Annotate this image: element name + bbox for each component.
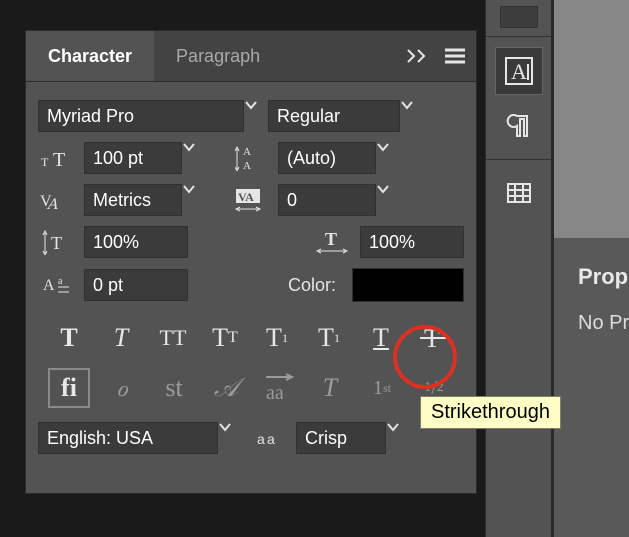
panel-tabs: Character Paragraph [26, 31, 476, 82]
swash-button[interactable]: 𝒜 [206, 368, 246, 408]
subscript-button[interactable]: T1 [309, 318, 349, 358]
expand-icon[interactable] [406, 48, 430, 64]
properties-panel: Properties No Properties [551, 0, 629, 537]
faux-bold-button[interactable]: T [49, 318, 89, 358]
paragraph-panel-icon[interactable] [496, 103, 542, 149]
svg-text:A: A [43, 277, 55, 294]
svg-text:aa: aa [266, 382, 284, 403]
leading-field[interactable]: (Auto) [278, 142, 376, 174]
kerning-dropdown[interactable] [182, 184, 196, 216]
ligatures-button[interactable]: fi [48, 368, 90, 408]
svg-text:VA: VA [238, 190, 254, 204]
contextual-alt-button[interactable]: ℴ [102, 368, 142, 408]
font-size-icon: TT [38, 146, 74, 170]
glyphs-panel-icon[interactable] [496, 170, 542, 216]
character-panel: Character Paragraph Myriad Pro Regular [25, 30, 477, 494]
panel-menu-icon[interactable] [444, 47, 466, 65]
language-field[interactable]: English: USA [38, 422, 218, 454]
font-size-field[interactable]: 100 pt [84, 142, 182, 174]
dock-panel: A [485, 0, 553, 537]
antialias-field[interactable]: Crisp [296, 422, 386, 454]
font-style-dropdown[interactable] [400, 100, 414, 132]
leading-dropdown[interactable] [376, 142, 390, 174]
svg-text:a: a [267, 431, 275, 447]
svg-text:T: T [51, 233, 62, 253]
faux-italic-button[interactable]: T [101, 318, 141, 358]
antialias-icon: aa [250, 426, 286, 450]
baseline-shift-field[interactable]: 0 pt [84, 269, 188, 301]
opentype-row: fi ℴ st 𝒜 aa T 1st 1/2 [38, 368, 464, 408]
tab-character[interactable]: Character [26, 31, 154, 81]
color-label: Color: [288, 275, 336, 296]
all-caps-button[interactable]: TT [153, 318, 193, 358]
svg-text:T: T [41, 155, 49, 169]
language-dropdown[interactable] [218, 422, 232, 454]
ordinals-button[interactable]: 1st [362, 368, 402, 408]
discretionary-lig-button[interactable]: st [154, 368, 194, 408]
character-panel-icon[interactable]: A [495, 47, 543, 95]
tooltip: Strikethrough [420, 396, 561, 429]
tab-paragraph[interactable]: Paragraph [154, 31, 282, 81]
dock-handle[interactable] [500, 6, 538, 28]
font-family-dropdown[interactable] [244, 100, 258, 132]
stylistic-alt-button[interactable]: aa [258, 368, 298, 408]
svg-text:A: A [243, 146, 251, 158]
horizontal-scale-field[interactable]: 100% [360, 226, 464, 258]
tracking-field[interactable]: 0 [278, 184, 376, 216]
properties-empty: No Properties [554, 290, 629, 335]
svg-text:A: A [243, 160, 251, 171]
strikethrough-button[interactable]: T [413, 318, 453, 358]
kerning-icon: VA [38, 188, 74, 212]
vertical-scale-icon: T [38, 229, 74, 255]
baseline-shift-icon: Aa [38, 272, 74, 298]
text-style-row: T T TT TT T1 T1 T T [38, 318, 464, 358]
small-caps-button[interactable]: TT [205, 318, 245, 358]
font-style-field[interactable]: Regular [268, 100, 400, 132]
kerning-field[interactable]: Metrics [84, 184, 182, 216]
font-size-dropdown[interactable] [182, 142, 196, 174]
horizontal-scale-icon: T [314, 229, 350, 255]
tracking-icon: VA [232, 187, 268, 213]
color-swatch[interactable] [352, 268, 464, 302]
svg-text:A: A [511, 59, 527, 84]
properties-header-bg [554, 0, 629, 238]
svg-text:a: a [58, 276, 63, 287]
svg-text:T: T [325, 229, 337, 249]
underline-button[interactable]: T [361, 318, 401, 358]
vertical-scale-field[interactable]: 100% [84, 226, 188, 258]
titling-alt-button[interactable]: T [310, 368, 350, 408]
font-family-field[interactable]: Myriad Pro [38, 100, 244, 132]
svg-text:a: a [257, 431, 265, 447]
tracking-dropdown[interactable] [376, 184, 390, 216]
antialias-dropdown[interactable] [386, 422, 400, 454]
properties-title: Properties [554, 238, 629, 290]
superscript-button[interactable]: T1 [257, 318, 297, 358]
svg-text:T: T [53, 149, 65, 170]
leading-icon: AA [232, 145, 268, 171]
